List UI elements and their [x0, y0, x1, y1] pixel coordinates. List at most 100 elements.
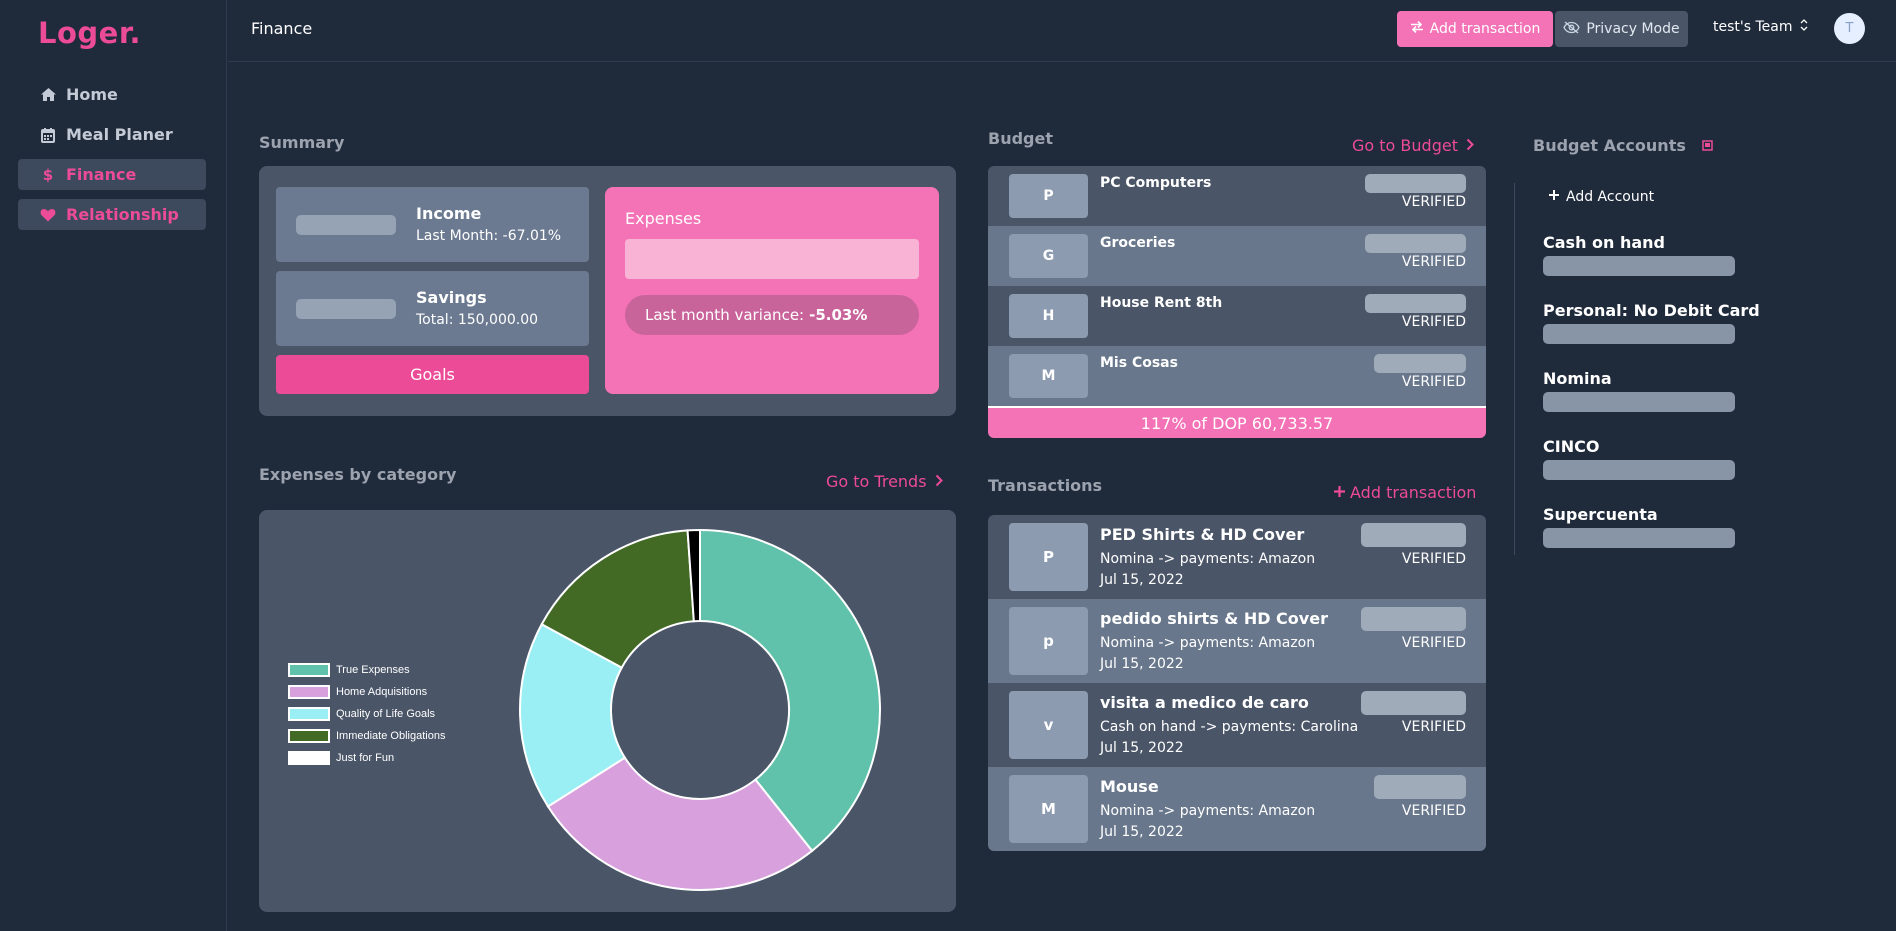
budget-status: VERIFIED: [1401, 194, 1466, 210]
account-name[interactable]: Supercuenta: [1543, 505, 1658, 524]
budget-status: VERIFIED: [1401, 314, 1466, 330]
transaction-path: Nomina -> payments: Amazon: [1100, 803, 1316, 819]
sidebar-item-relationship[interactable]: Relationship: [18, 199, 206, 230]
account-balance-hidden: [1543, 392, 1735, 412]
team-selector[interactable]: test's Team: [1713, 19, 1808, 35]
dollar-icon: $: [42, 165, 54, 184]
budget-list: P PC Computers VERIFIED G Groceries VERI…: [988, 166, 1486, 438]
add-account-button[interactable]: Add Account: [1548, 189, 1654, 205]
transaction-path: Nomina -> payments: Amazon: [1100, 635, 1316, 651]
transaction-name: Mouse: [1100, 777, 1159, 796]
transaction-status: VERIFIED: [1401, 635, 1466, 651]
transaction-row[interactable]: p pedido shirts & HD Cover Nomina -> pay…: [988, 599, 1486, 683]
budget-name: Groceries: [1100, 235, 1176, 251]
go-to-budget-link[interactable]: Go to Budget: [1352, 136, 1474, 155]
summary-title: Summary: [259, 133, 345, 152]
transaction-date: Jul 15, 2022: [1100, 824, 1184, 840]
transaction-status: VERIFIED: [1401, 719, 1466, 735]
go-to-trends-label: Go to Trends: [826, 472, 927, 491]
budget-row[interactable]: P PC Computers VERIFIED: [988, 166, 1486, 226]
transactions-list: P PED Shirts & HD Cover Nomina -> paymen…: [988, 515, 1486, 851]
sidebar-item-label: Meal Planer: [66, 125, 173, 144]
archive-icon[interactable]: [1702, 136, 1713, 155]
sidebar-item-label: Finance: [66, 165, 137, 184]
transaction-row[interactable]: v visita a medico de caro Cash on hand -…: [988, 683, 1486, 767]
budget-name: Mis Cosas: [1100, 355, 1178, 371]
sidebar-item-finance[interactable]: $ Finance: [18, 159, 206, 190]
chevron-up-down-icon: [1800, 19, 1808, 35]
heart-icon: [38, 208, 58, 222]
calendar-icon: [38, 127, 58, 143]
go-to-trends-link[interactable]: Go to Trends: [826, 472, 943, 491]
expenses-chart-card: True Expenses Home Adquisitions Quality of…: [259, 510, 956, 912]
budget-status: VERIFIED: [1401, 374, 1466, 390]
transaction-date: Jul 15, 2022: [1100, 740, 1184, 756]
budget-row[interactable]: G Groceries VERIFIED: [988, 226, 1486, 286]
budget-title: Budget: [988, 129, 1053, 148]
budget-name: PC Computers: [1100, 175, 1212, 191]
budget-row[interactable]: H House Rent 8th VERIFIED: [988, 286, 1486, 346]
income-amount-hidden: [296, 215, 396, 235]
savings-sub: Total: 150,000.00: [416, 312, 539, 328]
avatar[interactable]: T: [1834, 13, 1865, 44]
budget-amount-hidden: [1365, 174, 1466, 193]
top-header: Finance Add transaction Privacy Mode tes…: [228, 0, 1896, 62]
transaction-amount-hidden: [1361, 691, 1466, 715]
home-icon: [38, 87, 58, 102]
page-title: Finance: [251, 19, 313, 38]
app-logo[interactable]: Loger.: [38, 16, 141, 50]
transaction-letter: P: [1009, 523, 1088, 591]
swap-icon: [1410, 20, 1424, 37]
transaction-letter: M: [1009, 775, 1088, 843]
expenses-amount-hidden: [625, 239, 919, 279]
savings-label: Savings: [416, 288, 487, 307]
account-name[interactable]: Personal: No Debit Card: [1543, 301, 1760, 320]
budget-total: 117% of DOP 60,733.57: [988, 406, 1486, 438]
savings-amount-hidden: [296, 299, 396, 319]
eye-slash-icon: [1563, 20, 1581, 38]
account-balance-hidden: [1543, 324, 1735, 344]
summary-card: Income Last Month: -67.01% Savings Total…: [259, 166, 956, 416]
add-transaction-link[interactable]: Add transaction: [1333, 483, 1476, 502]
budget-letter: P: [1009, 174, 1088, 218]
transaction-amount-hidden: [1374, 775, 1466, 799]
transaction-path: Nomina -> payments: Amazon: [1100, 551, 1316, 567]
chevron-right-icon: [935, 472, 943, 491]
expenses-chart-title: Expenses by category: [259, 465, 457, 484]
transaction-date: Jul 15, 2022: [1100, 656, 1184, 672]
sidebar: Loger. Home Meal Planer $ Finance Relati…: [0, 0, 227, 931]
expenses-label: Expenses: [625, 209, 702, 228]
privacy-mode-button[interactable]: Privacy Mode: [1555, 11, 1688, 47]
accounts-list: Add Account Cash on hand Personal: No De…: [1514, 183, 1774, 555]
account-name[interactable]: Cash on hand: [1543, 233, 1665, 252]
transaction-status: VERIFIED: [1401, 803, 1466, 819]
account-balance-hidden: [1543, 528, 1735, 548]
account-name[interactable]: CINCO: [1543, 437, 1599, 456]
add-transaction-label: Add transaction: [1429, 21, 1541, 37]
add-transaction-button[interactable]: Add transaction: [1397, 11, 1553, 47]
transaction-status: VERIFIED: [1401, 551, 1466, 567]
sidebar-item-meal-planer[interactable]: Meal Planer: [18, 119, 206, 150]
variance-label: Last month variance:: [645, 306, 805, 324]
add-transaction-link-label: Add transaction: [1350, 483, 1477, 502]
goals-button[interactable]: Goals: [276, 355, 589, 394]
sidebar-item-home[interactable]: Home: [18, 79, 206, 110]
variance-pill: Last month variance: -5.03%: [625, 295, 919, 335]
go-to-budget-label: Go to Budget: [1352, 136, 1458, 155]
transaction-row[interactable]: M Mouse Nomina -> payments: Amazon Jul 1…: [988, 767, 1486, 851]
transactions-title: Transactions: [988, 476, 1103, 495]
budget-amount-hidden: [1365, 294, 1466, 313]
transaction-name: PED Shirts & HD Cover: [1100, 525, 1305, 544]
budget-status: VERIFIED: [1401, 254, 1466, 270]
transaction-path: Cash on hand -> payments: Carolina: [1100, 719, 1359, 735]
budget-row[interactable]: M Mis Cosas VERIFIED: [988, 346, 1486, 406]
account-name[interactable]: Nomina: [1543, 369, 1612, 388]
transaction-amount-hidden: [1361, 523, 1466, 547]
savings-box: Savings Total: 150,000.00: [276, 271, 589, 346]
sidebar-item-label: Home: [66, 85, 118, 104]
income-label: Income: [416, 204, 482, 223]
transaction-row[interactable]: P PED Shirts & HD Cover Nomina -> paymen…: [988, 515, 1486, 599]
add-account-label: Add Account: [1566, 189, 1655, 205]
plus-icon: [1548, 189, 1560, 205]
transaction-letter: v: [1009, 691, 1088, 759]
